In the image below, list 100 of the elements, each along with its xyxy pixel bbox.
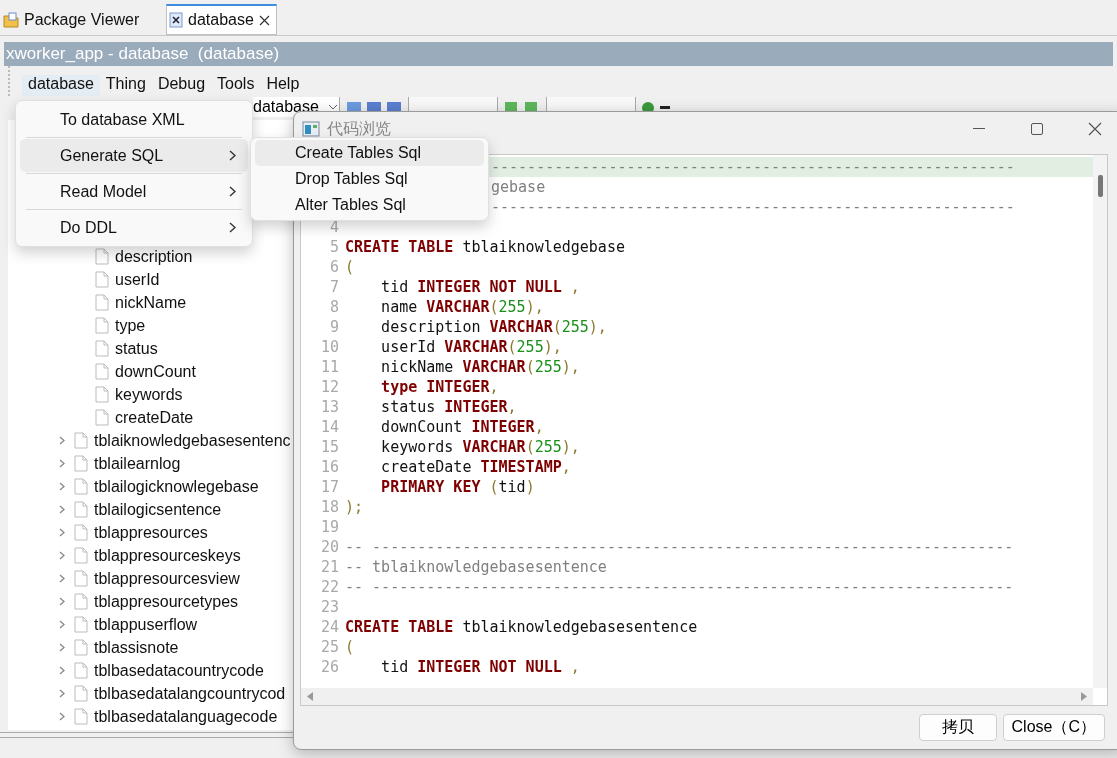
copy-button[interactable]: 拷贝 <box>918 713 997 741</box>
tree-item[interactable]: tblaiknowledgebasesentenc <box>8 429 308 452</box>
line-number: 7 <box>328 278 340 296</box>
line-number: 5 <box>328 238 340 256</box>
file-icon <box>95 363 109 380</box>
tree-item[interactable]: keywords <box>8 383 308 406</box>
window-title: 代码浏览 <box>327 118 391 139</box>
chevron-right-icon[interactable] <box>59 436 65 445</box>
code-line: -- ----------------------------------------------------------------------- <box>345 538 1014 556</box>
code-line: status INTEGER, <box>380 398 517 416</box>
line-number: 8 <box>328 298 340 316</box>
tree-item[interactable]: tblassisnote <box>8 636 308 659</box>
menu-item[interactable]: Help <box>260 75 306 96</box>
menu-item[interactable]: Drop Tables Sql <box>255 166 484 192</box>
line-number: 11 <box>319 358 340 376</box>
code-line: PRIMARY KEY (tid) <box>380 478 535 496</box>
chevron-right-icon <box>229 186 236 197</box>
line-number: 22 <box>319 578 340 596</box>
code-line: nickName VARCHAR(255), <box>380 358 580 376</box>
file-icon <box>74 547 88 564</box>
tree-item[interactable]: tblbasedatacountrycode <box>8 659 308 682</box>
menu-item[interactable]: Create Tables Sql <box>255 140 484 166</box>
tree-item[interactable]: tblailogicsentence <box>8 498 308 521</box>
code-line: -- ----------------------------------------------------------------------- <box>345 578 1014 596</box>
tree-item[interactable]: tblappresources <box>8 521 308 544</box>
chevron-right-icon <box>229 150 236 161</box>
tree-item[interactable]: status <box>8 337 308 360</box>
vertical-scrollbar[interactable] <box>1093 155 1107 688</box>
code-line: name VARCHAR(255), <box>380 298 544 316</box>
line-number: 24 <box>319 618 340 636</box>
file-icon <box>74 524 88 541</box>
horizontal-scrollbar[interactable] <box>301 688 1093 705</box>
close-icon[interactable] <box>258 14 270 26</box>
file-icon <box>95 317 109 334</box>
tree-item[interactable]: nickName <box>8 291 308 314</box>
file-icon <box>74 685 88 702</box>
chevron-right-icon[interactable] <box>59 689 65 698</box>
menu-item[interactable]: Thing <box>99 75 152 96</box>
chevron-right-icon[interactable] <box>59 459 65 468</box>
folder-icon <box>3 12 19 28</box>
minimize-icon[interactable] <box>973 128 985 130</box>
close-button[interactable]: Close（C） <box>1002 713 1105 741</box>
tab[interactable]: database <box>166 4 277 35</box>
menu-item[interactable]: Generate SQL <box>20 139 248 172</box>
chevron-right-icon[interactable] <box>59 482 65 491</box>
line-number: 25 <box>319 638 340 656</box>
tree-item[interactable]: tblbasedatalanguagecode <box>8 705 308 728</box>
file-icon <box>74 501 88 518</box>
menu-item[interactable]: database <box>22 75 100 96</box>
chevron-right-icon[interactable] <box>59 597 65 606</box>
chevron-right-icon[interactable] <box>59 712 65 721</box>
file-icon <box>95 271 109 288</box>
tree-item[interactable]: tblappresourcetypes <box>8 590 308 613</box>
tree-item[interactable]: tblappuserflow <box>8 613 308 636</box>
editor-title: xworker_app - database (database) <box>4 42 1113 66</box>
file-icon <box>74 662 88 679</box>
window-icon <box>302 121 320 137</box>
close-icon[interactable] <box>1088 122 1102 136</box>
chevron-right-icon[interactable] <box>59 620 65 629</box>
tree-item[interactable]: tblappresourcesview <box>8 567 308 590</box>
code-line: tid INTEGER NOT NULL , <box>380 278 580 296</box>
tree-item[interactable]: downCount <box>8 360 308 383</box>
menu-item[interactable]: Tools <box>211 75 261 96</box>
chevron-right-icon[interactable] <box>59 574 65 583</box>
maximize-icon[interactable] <box>1031 123 1043 135</box>
menu-item[interactable]: To database XML <box>20 103 248 136</box>
tree-item[interactable]: tblailogicknowlegebase <box>8 475 308 498</box>
menu-item[interactable]: Do DDL <box>20 211 248 244</box>
tree-item[interactable]: description <box>8 245 308 268</box>
code-line: createDate TIMESTAMP, <box>380 458 571 476</box>
menu-item[interactable]: Alter Tables Sql <box>255 192 484 218</box>
file-icon <box>95 294 109 311</box>
file-icon <box>74 708 88 725</box>
line-number: 12 <box>319 378 340 396</box>
line-number: 21 <box>319 558 340 576</box>
code-line: description VARCHAR(255), <box>380 318 607 336</box>
chevron-right-icon[interactable] <box>59 528 65 537</box>
tree-item[interactable]: tblbasedatalangcountrycod <box>8 682 308 705</box>
chevron-right-icon[interactable] <box>59 551 65 560</box>
chevron-right-icon[interactable] <box>59 505 65 514</box>
line-number: 17 <box>319 478 340 496</box>
line-number: 15 <box>319 438 340 456</box>
file-icon <box>95 386 109 403</box>
scroll-right-icon[interactable] <box>1081 692 1087 701</box>
tree-item[interactable]: tblappresourceskeys <box>8 544 308 567</box>
line-number: 9 <box>328 318 340 336</box>
file-icon <box>74 639 88 656</box>
line-number: 23 <box>319 598 340 616</box>
tree-item[interactable]: userId <box>8 268 308 291</box>
tree-item[interactable]: tblailearnlog <box>8 452 308 475</box>
line-number: 6 <box>328 258 340 276</box>
menu-item[interactable]: Read Model <box>20 175 248 208</box>
chevron-right-icon[interactable] <box>59 643 65 652</box>
menu-item[interactable]: Debug <box>151 75 212 96</box>
tree-item[interactable]: createDate <box>8 406 308 429</box>
code-line: tid INTEGER NOT NULL , <box>380 658 580 676</box>
line-number: 16 <box>319 458 340 476</box>
chevron-right-icon[interactable] <box>59 666 65 675</box>
tree-item[interactable]: type <box>8 314 308 337</box>
line-number: 13 <box>319 398 340 416</box>
